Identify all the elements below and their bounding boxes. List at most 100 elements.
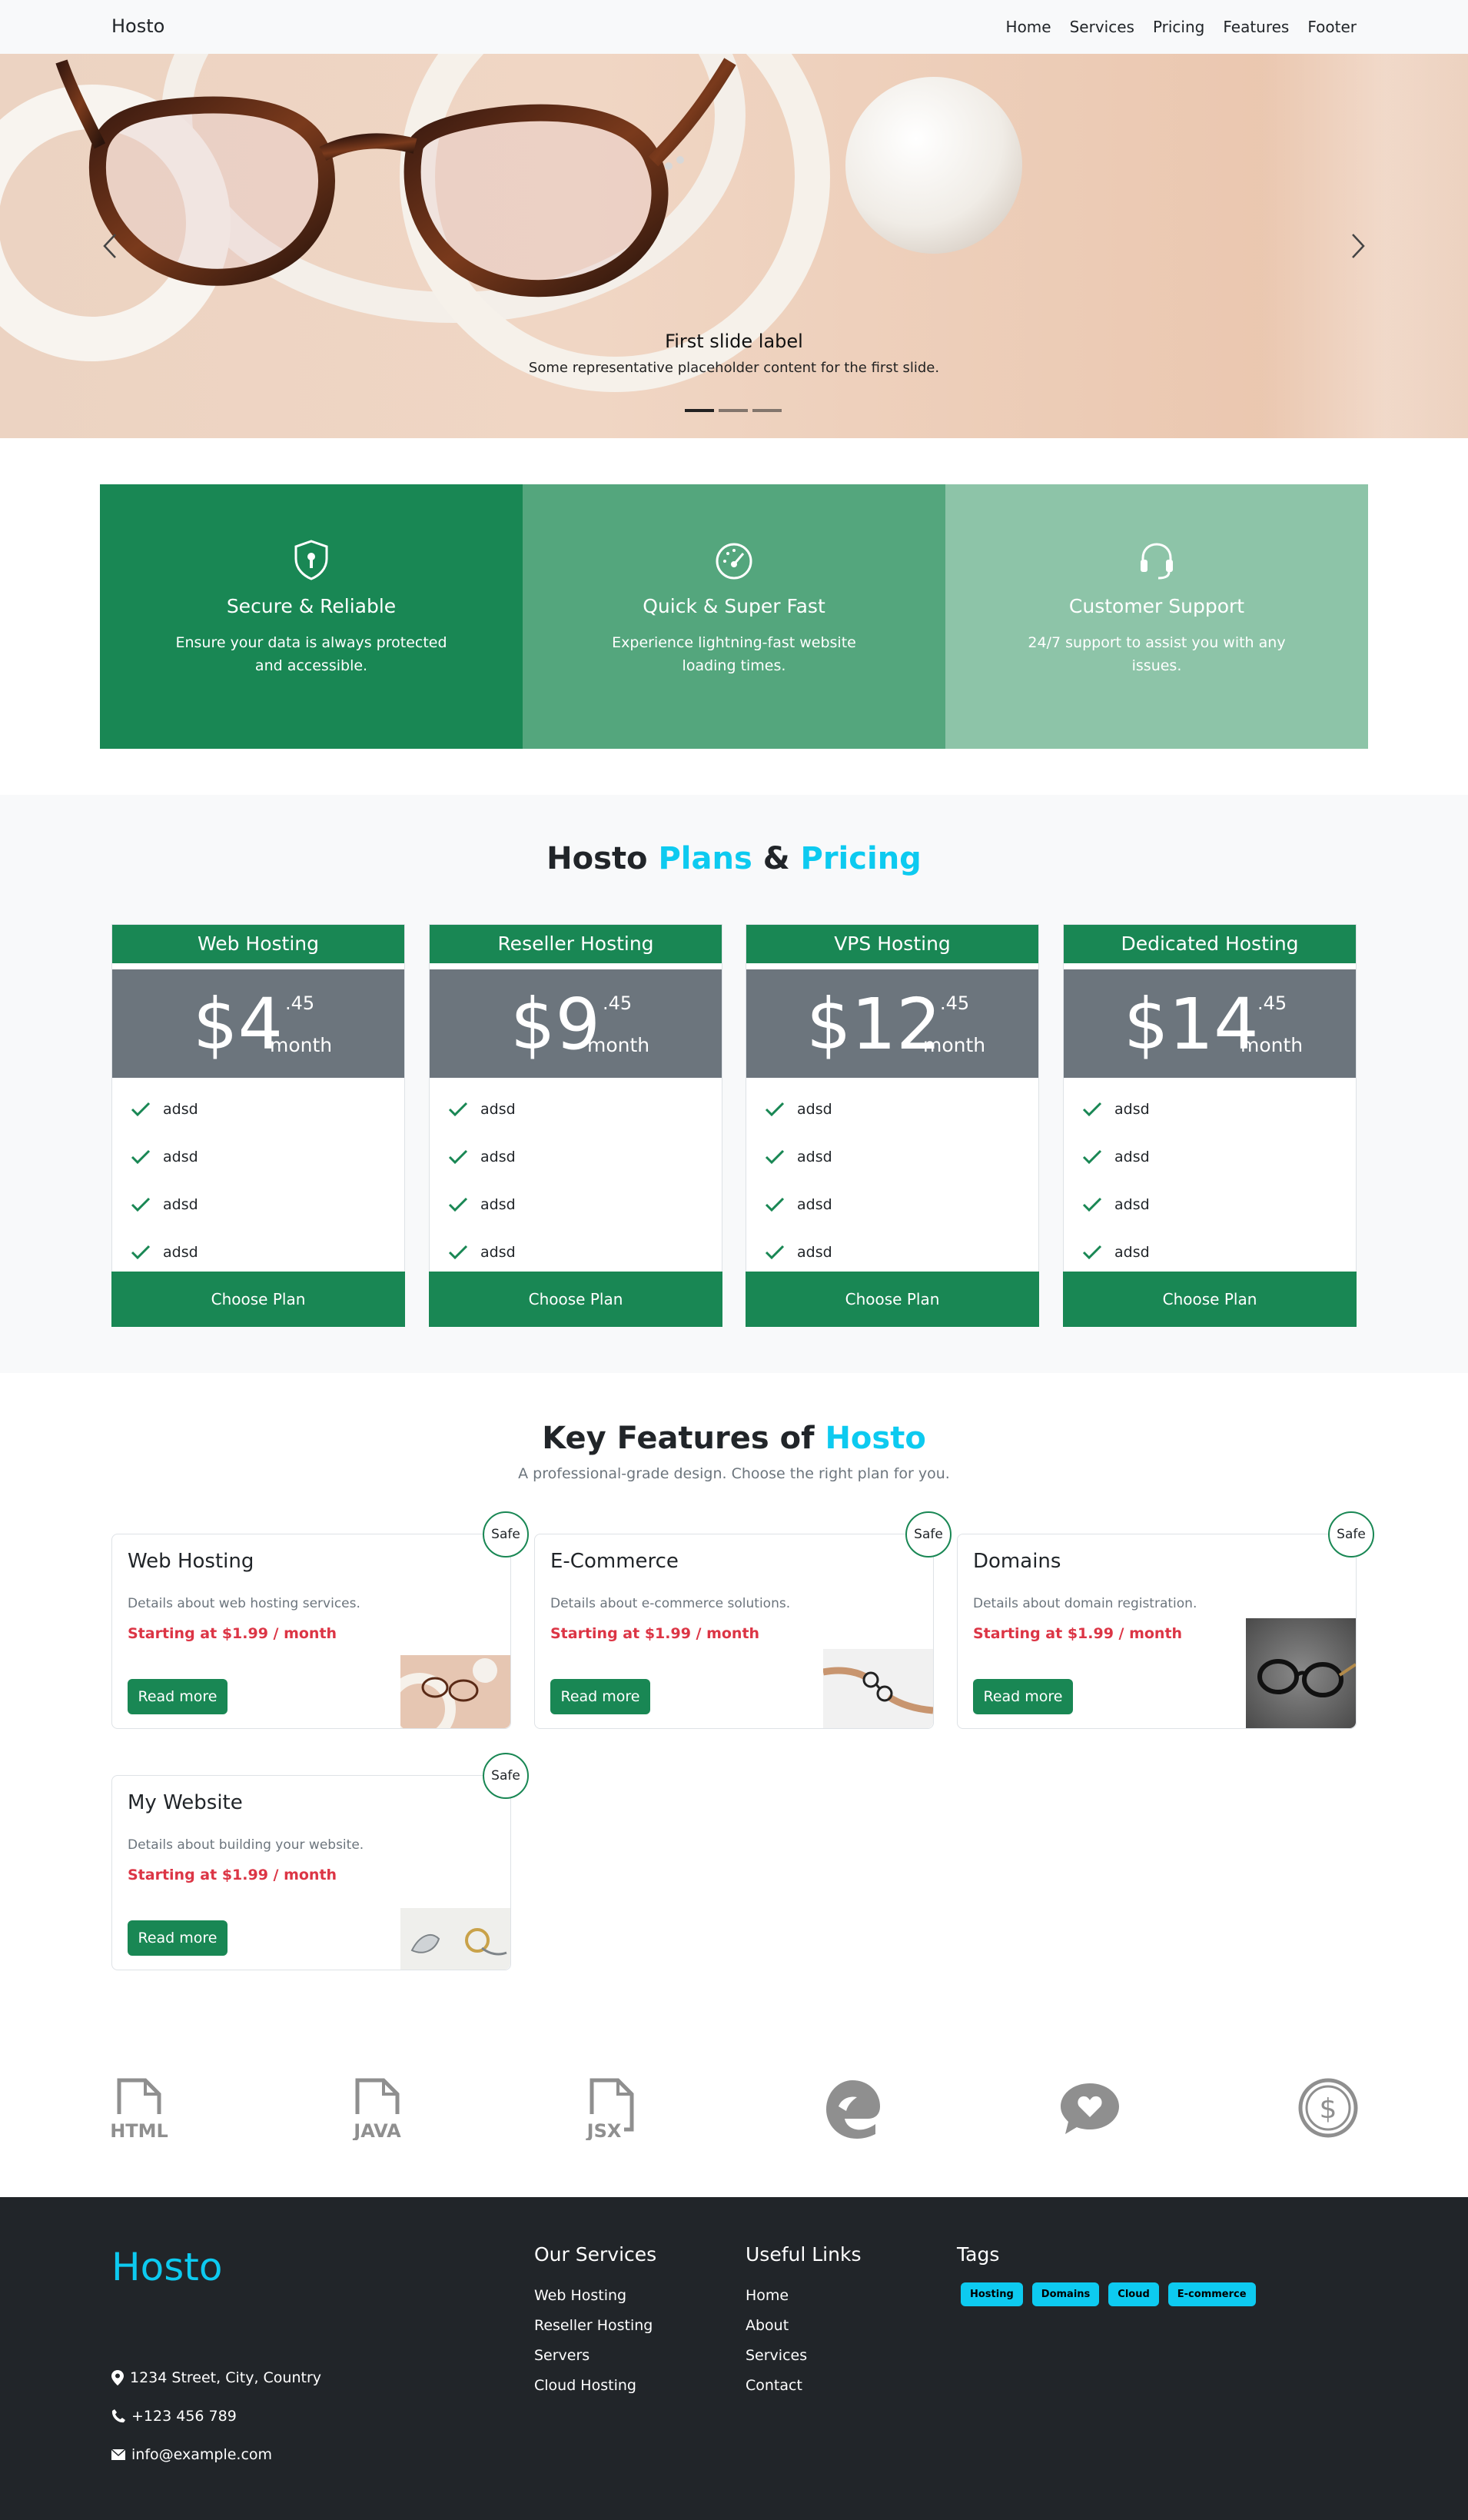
feature-strip: Secure & Reliable Ensure your data is al… [100,484,1368,749]
footer-email-text[interactable]: info@example.com [131,2446,272,2463]
key-features-title-part: Key Features of [542,1421,825,1456]
plan-feature-text: adsd [480,1101,516,1118]
plan-feature-text: adsd [163,1244,198,1261]
choose-plan-button[interactable]: Choose Plan [1063,1272,1357,1327]
carousel-prev-button[interactable] [95,227,126,265]
plan-feature: adsd [131,1181,404,1228]
feature-card-web-hosting: Web Hosting Details about web hosting se… [111,1511,529,1729]
footer-email: info@example.com [111,2446,272,2463]
carousel-indicator-2[interactable] [719,409,748,412]
footer-link-servers[interactable]: Servers [534,2347,656,2364]
plan-feature-text: adsd [797,1149,832,1165]
plan-price: $4 .45 month [112,969,404,1078]
carousel-next-button[interactable] [1342,227,1373,265]
plan-feature: adsd [765,1181,1038,1228]
tag-hosting[interactable]: Hosting [961,2282,1023,2306]
carousel-caption-text: Some representative placeholder content … [528,360,940,376]
plan-feature-text: adsd [480,1244,516,1261]
plan-name: VPS Hosting [746,925,1038,963]
footer-link-about[interactable]: About [746,2317,861,2334]
check-icon [765,1102,785,1117]
feature-card-title: My Website [128,1791,243,1814]
plan-period: month [587,1034,650,1056]
safe-badge: Safe [483,1511,529,1558]
check-icon [765,1197,785,1212]
footer-links-title: Useful Links [746,2243,862,2266]
read-more-button[interactable]: Read more [550,1679,650,1714]
nav-link-footer[interactable]: Footer [1307,18,1357,36]
price-card-reseller-hosting: Reseller Hosting $9 .45 month adsd adsd … [429,924,722,1327]
plan-feature-text: adsd [480,1196,516,1213]
read-more-button[interactable]: Read more [128,1920,228,1956]
plan-price: $14 .45 month [1064,969,1356,1078]
tag-e-commerce[interactable]: E-commerce [1167,2282,1256,2306]
carousel-indicators [685,409,782,412]
nav-link-home[interactable]: Home [1006,18,1051,36]
plan-feature: adsd [448,1085,722,1133]
safe-badge: Safe [483,1753,529,1799]
check-icon [131,1102,151,1117]
read-more-button[interactable]: Read more [128,1679,228,1714]
plan-feature: adsd [1082,1133,1356,1181]
footer-link-reseller-hosting[interactable]: Reseller Hosting [534,2317,656,2334]
feature-support: Customer Support 24/7 support to assist … [945,484,1368,749]
plan-feature: adsd [765,1085,1038,1133]
edge-icon [826,2080,880,2139]
plan-period: month [1240,1034,1304,1056]
footer-link-contact[interactable]: Contact [746,2377,861,2394]
feature-text: 24/7 support to assist you with any issu… [1028,634,1286,674]
feature-card-title: Domains [973,1550,1061,1573]
choose-plan-button[interactable]: Choose Plan [429,1272,722,1327]
feature-card-price: Starting at $1.99 / month [973,1625,1183,1642]
feature-card-my-website: My Website Details about building your w… [111,1753,529,1970]
feature-card-image [1246,1618,1356,1728]
footer-link-cloud-hosting[interactable]: Cloud Hosting [534,2377,656,2394]
price-card-vps-hosting: VPS Hosting $12 .45 month adsd adsd adsd… [746,924,1039,1327]
key-features-title: Key Features of Hosto [0,1421,1468,1456]
safe-badge: Safe [905,1511,952,1558]
footer-link-web-hosting[interactable]: Web Hosting [534,2287,656,2304]
plan-feature-text: adsd [797,1196,832,1213]
hero-glasses-image [55,58,736,298]
footer-tags: Hosting Domains Cloud E-commerce [961,2282,1256,2306]
navbar: Hosto Home Services Pricing Features Foo… [0,0,1468,54]
map-pin-icon [111,2370,124,2385]
plan-feature-text: adsd [797,1244,832,1261]
footer-tags-column: Tags Hosting Domains Cloud E-commerce [957,2243,1256,2306]
read-more-button[interactable]: Read more [973,1679,1073,1714]
plan-feature-text: adsd [163,1149,198,1165]
nav-link-pricing[interactable]: Pricing [1153,18,1204,36]
check-icon [131,1197,151,1212]
plan-feature: adsd [1082,1085,1356,1133]
tag-cloud[interactable]: Cloud [1108,2282,1159,2306]
nav-links: Home Services Pricing Features Footer [1006,18,1357,36]
plan-feature: adsd [1082,1228,1356,1276]
footer-link-home[interactable]: Home [746,2287,861,2304]
nav-link-features[interactable]: Features [1223,18,1289,36]
feature-card-image [400,1655,510,1728]
feature-card-title: E-Commerce [550,1550,679,1573]
feature-card-price: Starting at $1.99 / month [128,1867,337,1883]
check-icon [1082,1102,1102,1117]
nav-link-services[interactable]: Services [1070,18,1134,36]
choose-plan-button[interactable]: Choose Plan [111,1272,405,1327]
carousel-indicator-3[interactable] [752,409,782,412]
feature-card-text: Details about building your website. [128,1837,364,1853]
footer-address-text: 1234 Street, City, Country [130,2369,322,2386]
plan-feature-text: adsd [163,1196,198,1213]
navbar-brand[interactable]: Hosto [111,15,164,37]
carousel-caption-title: First slide label [665,331,803,352]
feature-card-price: Starting at $1.99 / month [128,1625,337,1642]
plan-name: Dedicated Hosting [1064,925,1356,963]
choose-plan-button[interactable]: Choose Plan [746,1272,1039,1327]
check-icon [448,1197,468,1212]
plan-feature-text: adsd [163,1101,198,1118]
hero-decor-sphere [845,77,1022,254]
tag-domains[interactable]: Domains [1031,2282,1100,2306]
plan-price: $12 .45 month [746,969,1038,1078]
footer-link-services[interactable]: Services [746,2347,861,2364]
check-icon [448,1245,468,1260]
carousel-indicator-1[interactable] [685,409,714,412]
plan-feature: adsd [448,1228,722,1276]
footer-brand[interactable]: Hosto [111,2245,222,2289]
